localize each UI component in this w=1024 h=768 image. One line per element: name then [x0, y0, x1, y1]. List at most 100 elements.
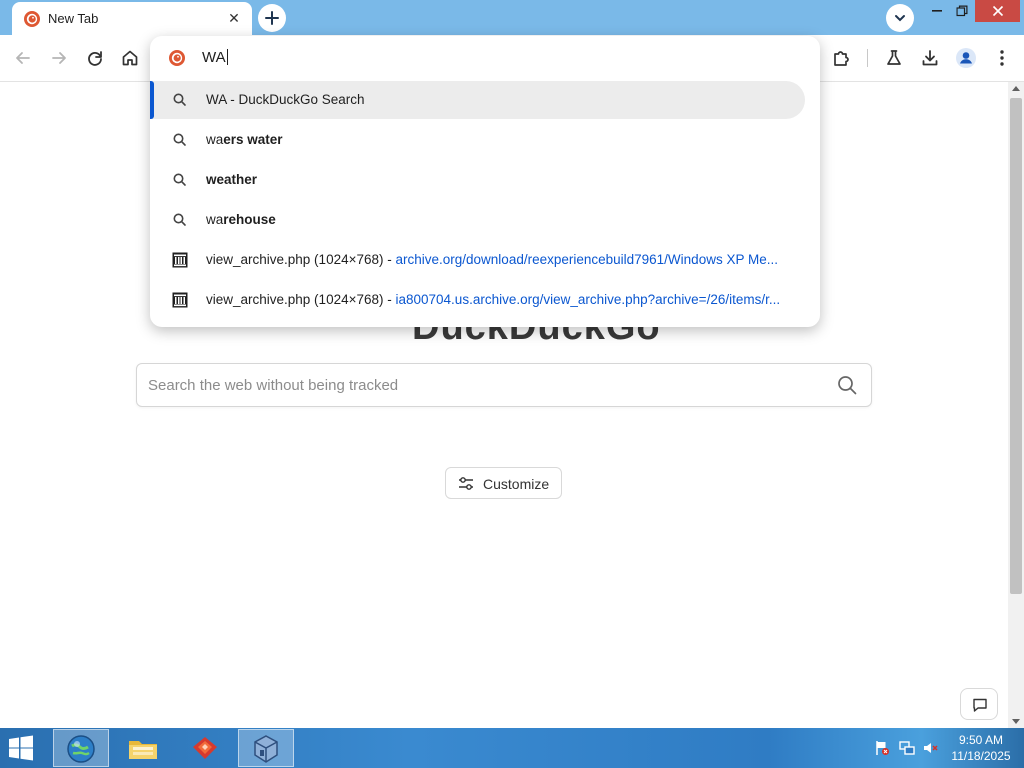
search-placeholder: Search the web without being tracked — [148, 377, 399, 394]
browser-globe-icon — [67, 735, 95, 763]
history-suggestion-text: view_archive.php (1024×768) - ia800704.u… — [206, 292, 796, 307]
network-icon[interactable] — [899, 740, 915, 756]
address-bar[interactable]: WA — [150, 36, 820, 80]
minimize-icon — [932, 10, 942, 12]
flag-icon — [876, 741, 889, 755]
search-icon — [173, 213, 186, 226]
firefox-icon — [193, 737, 217, 759]
customize-label: Customize — [483, 476, 550, 492]
home-button[interactable] — [119, 47, 141, 69]
search-icon — [173, 133, 186, 146]
menu-button[interactable] — [991, 47, 1013, 69]
labs-icon — [887, 50, 901, 65]
windows-taskbar: 9:50 AM 11/18/2025 — [0, 728, 1024, 768]
suggestion-typed-part: wa — [206, 132, 224, 147]
suggestion-typed-part: wa — [206, 212, 224, 227]
forward-button[interactable] — [48, 47, 70, 69]
system-clock[interactable]: 9:50 AM 11/18/2025 — [948, 732, 1014, 764]
suggestion-completion: rehouse — [223, 212, 276, 227]
restore-button[interactable] — [949, 0, 975, 22]
downloads-button[interactable] — [919, 47, 941, 69]
profile-button[interactable] — [955, 47, 977, 69]
duckduckgo-search-box[interactable]: Search the web without being tracked — [136, 363, 872, 407]
taskbar-app-virtualbox[interactable] — [238, 729, 294, 767]
text-caret — [226, 49, 228, 65]
duckduckgo-search-engine-icon — [169, 50, 185, 66]
extensions-button[interactable] — [830, 47, 852, 69]
taskbar-app-firefox[interactable] — [177, 729, 233, 767]
kebab-menu-icon — [1000, 50, 1004, 66]
back-button[interactable] — [12, 47, 34, 69]
search-icon — [173, 93, 186, 106]
history-separator: - — [383, 252, 396, 267]
new-tab-button[interactable] — [258, 4, 286, 32]
history-suggestion-row[interactable]: view_archive.php (1024×768) - ia800704.u… — [150, 281, 805, 319]
history-suggestion-text: view_archive.php (1024×768) - archive.or… — [206, 252, 796, 267]
speaker-mute-icon — [924, 743, 938, 753]
forward-icon — [52, 52, 66, 64]
chat-bubble-icon — [973, 698, 987, 712]
history-title: view_archive.php (1024×768) — [206, 292, 384, 307]
tab-search-button[interactable] — [886, 4, 914, 32]
toolbar-separator — [867, 49, 868, 67]
scroll-up-arrow-icon[interactable] — [1012, 86, 1020, 91]
feedback-button[interactable] — [960, 688, 998, 720]
start-button[interactable] — [6, 734, 40, 764]
taskbar-app-file-explorer[interactable] — [115, 729, 171, 767]
clock-time: 9:50 AM — [958, 733, 1004, 747]
network-monitor-icon — [899, 741, 915, 755]
restore-icon — [956, 5, 968, 17]
archive-icon — [172, 292, 188, 308]
suggestion-row[interactable]: weather — [150, 161, 805, 199]
suggestion-completion: weather — [206, 172, 258, 187]
close-icon — [992, 5, 1003, 17]
download-icon — [922, 50, 938, 66]
duckduckgo-favicon-icon — [24, 11, 40, 27]
tab-new-tab[interactable]: New Tab ✕ — [12, 2, 252, 35]
plus-icon — [265, 11, 279, 25]
volume-muted-icon[interactable] — [922, 740, 938, 756]
suggestion-row[interactable]: waers water — [150, 121, 805, 159]
suggestion-row[interactable]: warehouse — [150, 201, 805, 239]
suggestion-text: warehouse — [206, 212, 796, 227]
history-url: archive.org/download/reexperiencebuild79… — [395, 252, 778, 267]
virtualbox-icon — [254, 735, 278, 763]
home-icon — [122, 50, 138, 66]
suggestion-text: weather — [206, 172, 796, 187]
chevron-down-icon — [895, 15, 905, 22]
suggestion-text: WA - DuckDuckGo Search — [206, 92, 365, 107]
sliders-icon — [459, 477, 473, 490]
scrollbar-thumb[interactable] — [1010, 98, 1022, 594]
scroll-down-arrow-icon[interactable] — [1012, 719, 1020, 724]
archive-icon — [172, 252, 188, 268]
history-url: ia800704.us.archive.org/view_archive.php… — [395, 292, 781, 307]
history-suggestion-row[interactable]: view_archive.php (1024×768) - archive.or… — [150, 241, 805, 279]
customize-button[interactable]: Customize — [445, 467, 562, 499]
history-separator: - — [383, 292, 396, 307]
address-bar-text[interactable]: WA — [202, 49, 228, 66]
tab-close-button[interactable]: ✕ — [224, 8, 244, 28]
labs-button[interactable] — [883, 47, 905, 69]
page-scrollbar[interactable] — [1008, 82, 1024, 728]
title-bar: New Tab ✕ — [0, 0, 1024, 35]
back-icon — [16, 52, 30, 64]
extensions-icon — [834, 51, 849, 66]
taskbar-app-browser[interactable] — [53, 729, 109, 767]
suggestion-text: waers water — [206, 132, 796, 147]
minimize-button[interactable] — [924, 0, 950, 22]
tab-title: New Tab — [48, 11, 99, 26]
search-icon[interactable] — [837, 375, 857, 395]
suggestion-row[interactable]: WA - DuckDuckGo Search — [150, 81, 805, 119]
clock-date: 11/18/2025 — [951, 749, 1011, 763]
history-title: view_archive.php (1024×768) — [206, 252, 384, 267]
reload-button[interactable] — [84, 47, 106, 69]
suggestion-completion: ers water — [223, 132, 283, 147]
profile-icon — [956, 48, 976, 68]
omnibox-dropdown: WA WA - DuckDuckGo Search waers water we… — [150, 36, 820, 327]
windows-logo-icon — [9, 735, 33, 761]
folder-icon — [129, 741, 157, 759]
reload-icon — [88, 51, 102, 66]
close-window-button[interactable] — [975, 0, 1020, 22]
action-center-flag-icon[interactable] — [874, 740, 890, 756]
typed-text: WA — [202, 49, 226, 66]
